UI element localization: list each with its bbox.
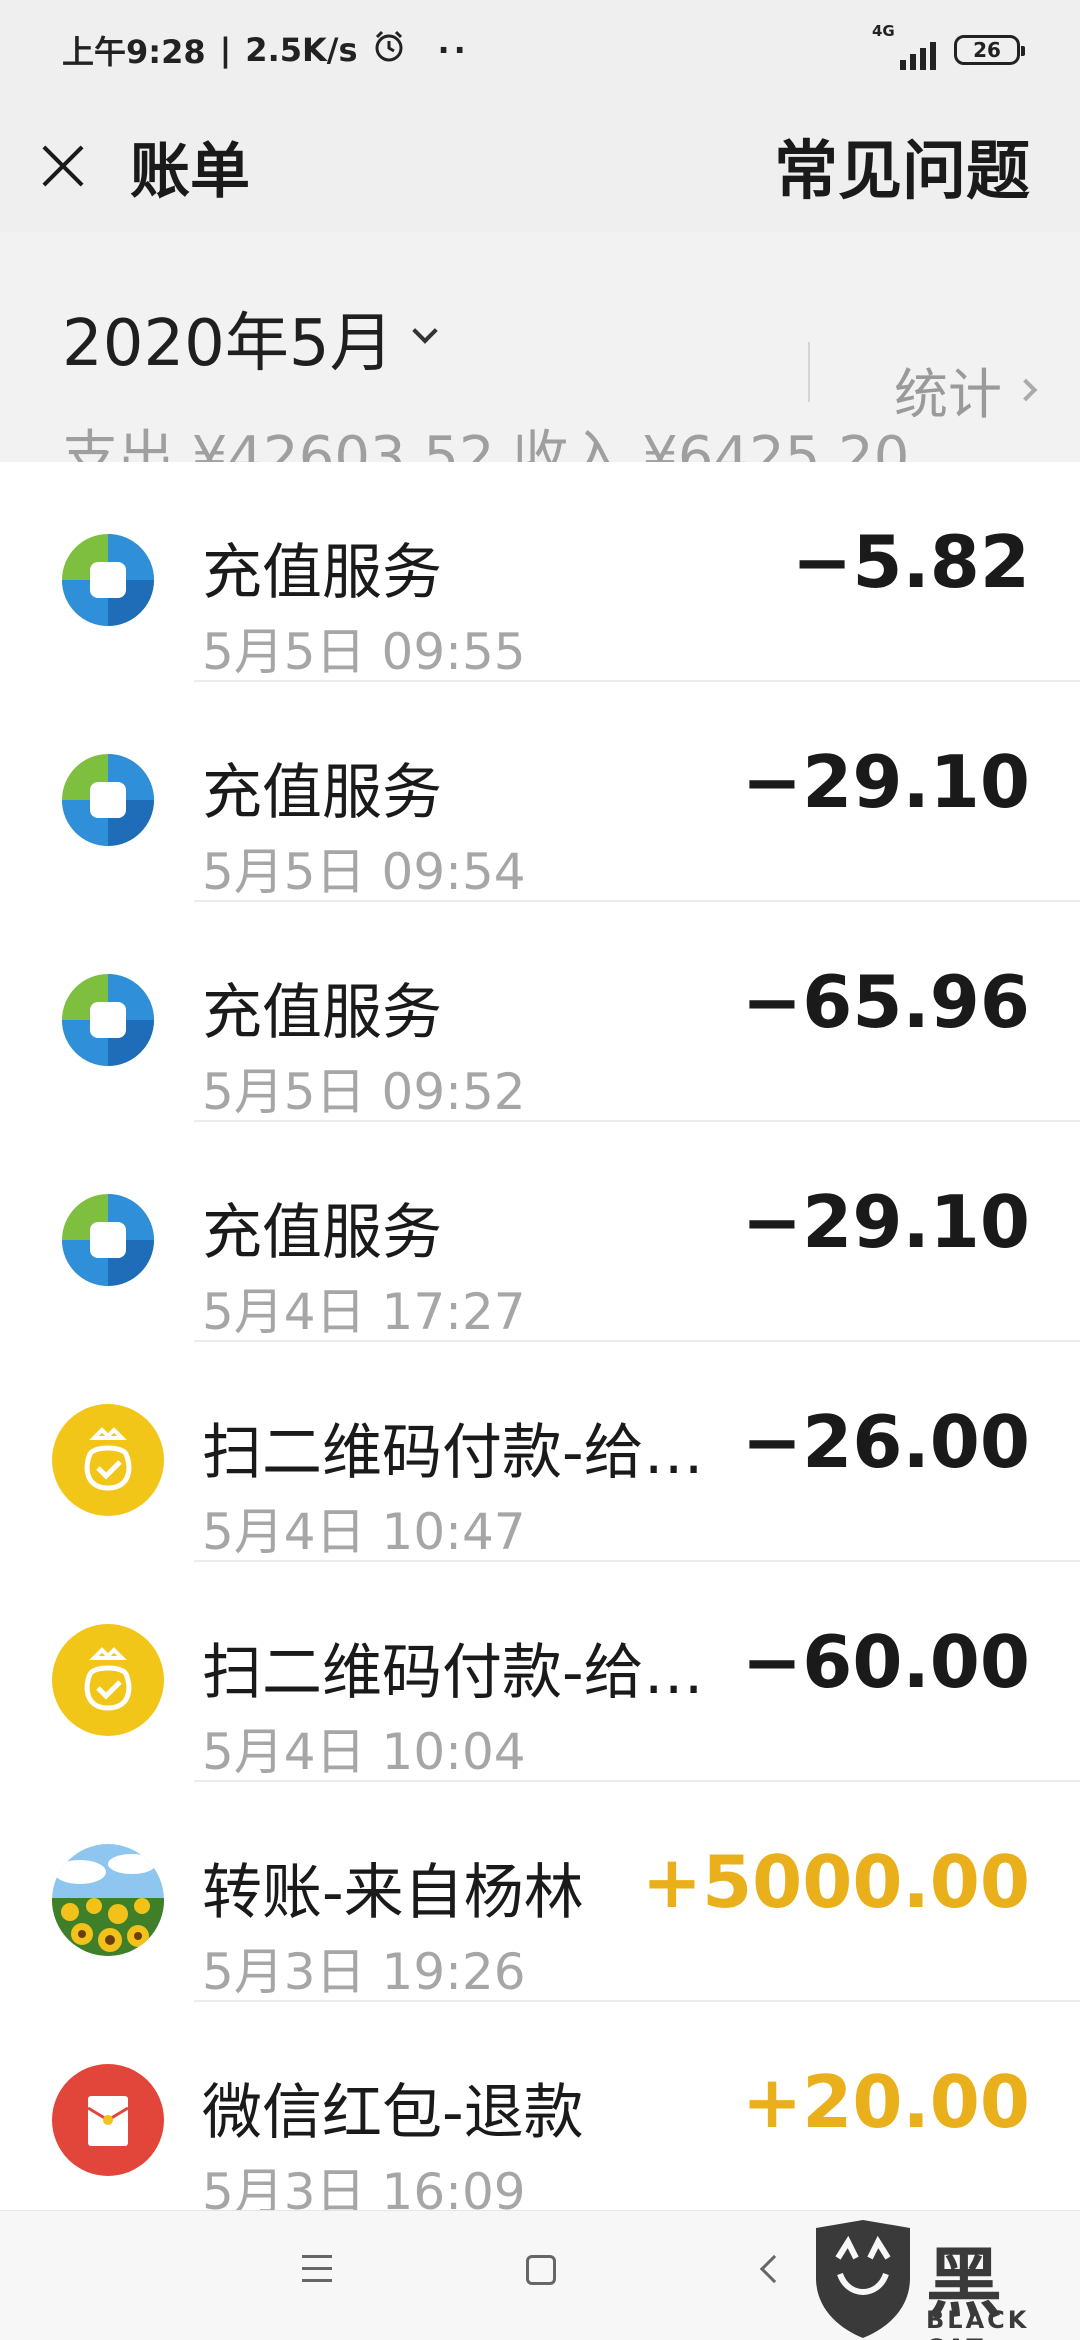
chevron-down-icon: [411, 318, 438, 344]
divider: [808, 342, 810, 402]
transaction-title: 转账-来自杨林: [202, 1858, 584, 1928]
home-icon[interactable]: [526, 2255, 556, 2285]
transaction-time: 5月4日 10:47: [202, 1503, 526, 1561]
status-time: 上午9:28: [62, 33, 206, 71]
transaction-title: 微信红包-退款: [202, 2078, 584, 2148]
transaction-title: 扫二维码付款-给…: [202, 1638, 704, 1708]
money-bag-icon: [50, 1402, 166, 1518]
sunflower-avatar: [50, 1842, 166, 1958]
transaction-row[interactable]: 扫二维码付款-给… 5月4日 10:04 −60.00: [0, 1562, 1080, 1782]
transaction-row[interactable]: 充值服务 5月5日 09:54 −29.10: [0, 682, 1080, 902]
transaction-time: 5月5日 09:52: [202, 1063, 526, 1121]
page-title: 账单: [130, 136, 250, 207]
menu-icon[interactable]: [302, 2255, 332, 2291]
transaction-amount: −5.82: [792, 520, 1030, 604]
transaction-title: 充值服务: [202, 978, 442, 1048]
recharge-icon: [50, 1182, 166, 1298]
cat-shield-icon: [816, 2220, 910, 2338]
recharge-icon: [50, 742, 166, 858]
back-icon[interactable]: [759, 2254, 789, 2284]
transaction-row[interactable]: 转账-来自杨林 5月3日 19:26 +5000.00: [0, 1782, 1080, 2002]
transaction-row[interactable]: 扫二维码付款-给… 5月4日 10:47 −26.00: [0, 1342, 1080, 1562]
transaction-title: 充值服务: [202, 1198, 442, 1268]
month-selector[interactable]: 2020年5月: [62, 292, 438, 384]
recharge-icon: [50, 522, 166, 638]
transaction-amount: −29.10: [741, 740, 1030, 824]
transaction-time: 5月4日 10:04: [202, 1723, 526, 1781]
watermark-en: BLACK CAT: [926, 2306, 1030, 2340]
network-type: 4G: [872, 22, 895, 40]
transaction-row[interactable]: 充值服务 5月5日 09:52 −65.96: [0, 902, 1080, 1122]
transaction-amount: −60.00: [741, 1620, 1030, 1704]
month-label: 2020年5月: [62, 307, 394, 381]
faq-link[interactable]: 常见问题: [774, 120, 1030, 212]
status-left: 上午9:28 | 2.5K/s ··: [62, 27, 470, 73]
transaction-time: 5月5日 09:55: [202, 623, 526, 681]
transaction-amount: +20.00: [741, 2060, 1030, 2144]
close-icon[interactable]: [36, 139, 90, 193]
status-divider: |: [219, 31, 232, 69]
more-dots-icon: ··: [437, 31, 470, 69]
money-bag-icon: [50, 1622, 166, 1738]
red-packet-icon: [50, 2062, 166, 2178]
watermark: 黑猫 BLACK CAT: [808, 2218, 1080, 2340]
alarm-icon: [372, 29, 406, 71]
status-right: 4G 26: [872, 22, 1025, 70]
signal-icon: 4G: [872, 22, 936, 70]
chevron-right-icon: [1014, 378, 1038, 401]
network-speed: 2.5K/s: [245, 31, 358, 69]
transaction-title: 扫二维码付款-给…: [202, 1418, 704, 1488]
transaction-amount: −29.10: [741, 1180, 1030, 1264]
transaction-time: 5月4日 17:27: [202, 1283, 526, 1341]
transaction-time: 5月5日 09:54: [202, 843, 526, 901]
battery-icon: 26: [954, 35, 1025, 65]
transaction-row[interactable]: 充值服务 5月4日 17:27 −29.10: [0, 1122, 1080, 1342]
transaction-title: 充值服务: [202, 538, 442, 608]
header-left: 账单: [36, 123, 250, 210]
stats-button[interactable]: 统计: [894, 350, 1038, 429]
transaction-list: 充值服务 5月5日 09:55 −5.82 充值服务 5月5日 09:54 −29.10 充…: [0, 462, 1080, 2222]
app-header: 账单 常见问题: [0, 100, 1080, 232]
transaction-row[interactable]: 充值服务 5月5日 09:55 −5.82: [0, 462, 1080, 682]
transaction-amount: +5000.00: [641, 1840, 1030, 1924]
transaction-amount: −26.00: [741, 1400, 1030, 1484]
battery-level: 26: [973, 38, 1001, 62]
status-bar: 上午9:28 | 2.5K/s ·· 4G 26: [0, 0, 1080, 100]
transaction-row[interactable]: 微信红包-退款 5月3日 16:09 +20.00: [0, 2002, 1080, 2222]
month-summary: 2020年5月 统计 支出 ¥42603.52 收入 ¥6425.20: [0, 232, 1080, 490]
transaction-amount: −65.96: [741, 960, 1030, 1044]
transaction-title: 充值服务: [202, 758, 442, 828]
stats-label: 统计: [894, 363, 1002, 426]
transaction-time: 5月3日 19:26: [202, 1943, 526, 2001]
recharge-icon: [50, 962, 166, 1078]
